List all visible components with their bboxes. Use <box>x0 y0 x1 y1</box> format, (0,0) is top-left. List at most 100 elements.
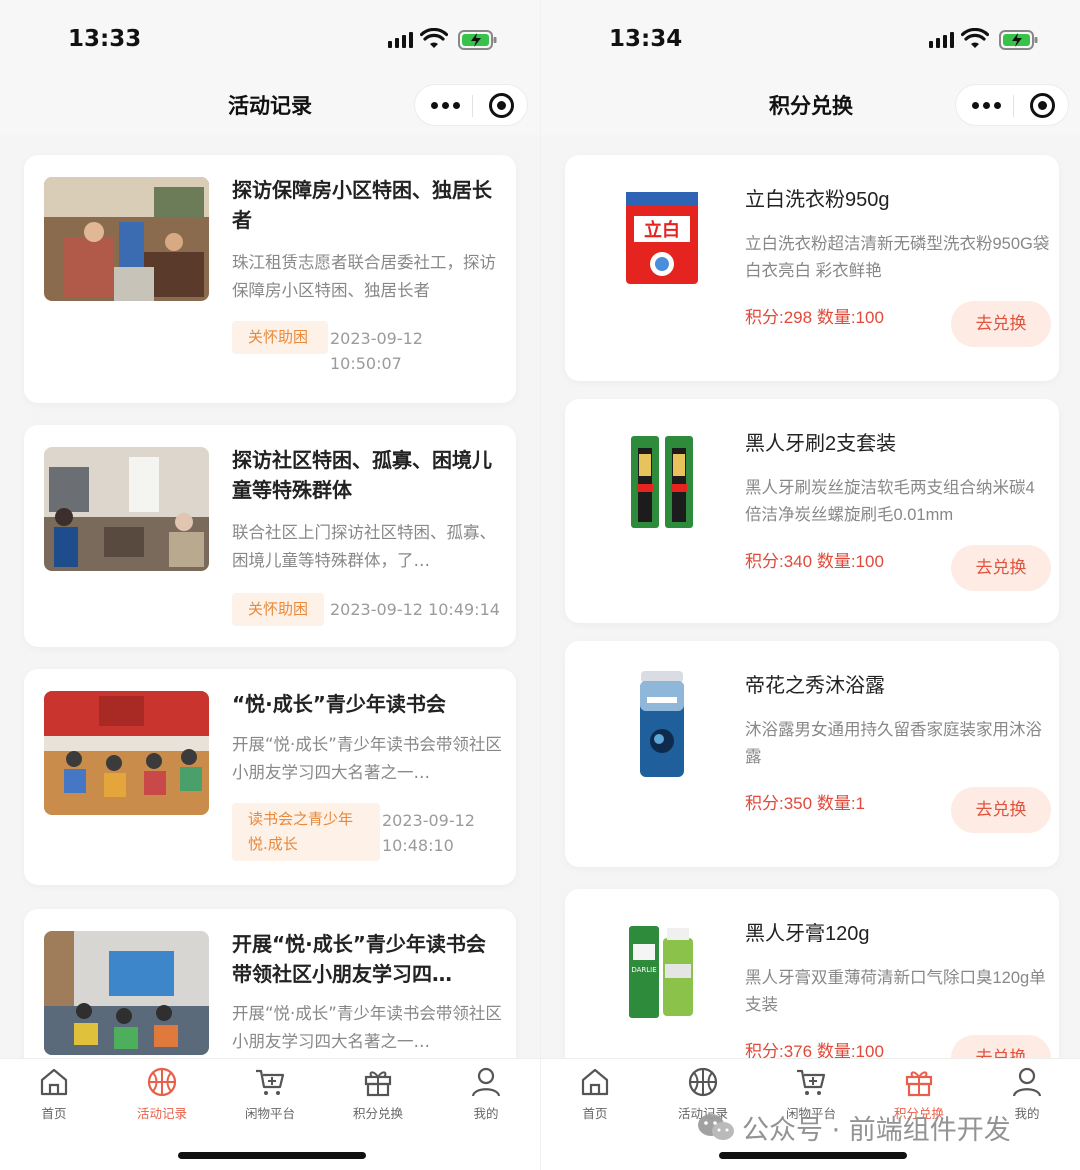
category-tag: 关怀助困 <box>232 593 325 626</box>
product-card[interactable]: 立白 立白洗衣粉950g 立白洗衣粉超洁清新无磷型洗衣粉950G袋白衣亮白 彩衣… <box>565 155 1059 381</box>
activity-desc: 联合社区上门探访社区特困、孤寡、困境儿童等特殊群体，了… <box>232 523 496 570</box>
home-indicator <box>178 1152 366 1159</box>
wifi-icon <box>961 28 989 48</box>
points-value: 积分:376 <box>745 1042 813 1058</box>
tab-points[interactable]: 积分兑换 <box>328 1065 428 1122</box>
activity-desc: 珠江租赁志愿者联合居委社工，探访保障房小区特困、独居长者 <box>232 253 496 300</box>
home-indicator <box>719 1152 907 1159</box>
status-bar: 13:33 <box>0 0 540 80</box>
brand-text: DARLIE <box>631 966 656 974</box>
watermark-text: 公众号 · 前端组件开发 <box>742 1115 1011 1146</box>
tab-label: 闲物平台 <box>244 1106 295 1121</box>
activity-date: 2023-09-12 10:48:10 <box>382 811 475 855</box>
activity-title: 探访保障房小区特困、独居长者 <box>232 178 492 232</box>
product-image <box>587 659 737 789</box>
cart-plus-icon <box>256 1069 285 1095</box>
tab-activity[interactable]: 活动记录 <box>112 1065 212 1122</box>
nav-bar: 活动记录 <box>0 80 540 135</box>
activity-card[interactable]: 探访保障房小区特困、独居长者 珠江租赁志愿者联合居委社工，探访保障房小区特困、独… <box>24 155 516 403</box>
product-card[interactable]: DARLIE 黑人牙膏120g 黑人牙膏双重薄荷清新口气除口臭120g单支装 积… <box>565 889 1059 1058</box>
activity-photo <box>44 691 209 815</box>
basketball-icon <box>688 1067 718 1097</box>
activity-photo <box>44 447 209 571</box>
product-list: 立白 立白洗衣粉950g 立白洗衣粉超洁清新无磷型洗衣粉950G袋白衣亮白 彩衣… <box>541 135 1080 1058</box>
status-bar: 13:34 <box>541 0 1080 80</box>
category-tag: 关怀助困 <box>232 321 328 354</box>
signal-icon <box>929 32 954 48</box>
activity-photo <box>44 931 209 1055</box>
product-name: 黑人牙膏120g <box>745 923 870 945</box>
gift-icon <box>364 1071 392 1097</box>
close-target-icon[interactable] <box>1030 93 1055 118</box>
tab-label: 积分兑换 <box>352 1106 403 1121</box>
product-card[interactable]: 黑人牙刷2支套装 黑人牙刷炭丝旋洁软毛两支组合纳米碳4倍洁净炭丝螺旋刷毛0.01… <box>565 399 1059 623</box>
redeem-button[interactable]: 去兑换 <box>951 301 1051 347</box>
activity-card[interactable]: “悦·成长”青少年读书会 开展“悦·成长”青少年读书会带领社区小朋友学习四大名著… <box>24 669 516 885</box>
watermark: 公众号 · 前端组件开发 <box>696 1108 1011 1147</box>
wifi-icon <box>420 28 448 48</box>
product-image: 立白 <box>587 173 737 303</box>
product-meta: 积分:376 数量:100 <box>745 1037 884 1058</box>
activity-date: 2023-09-12 10:49:14 <box>330 600 500 619</box>
quantity-value: 数量:100 <box>816 1042 884 1058</box>
activity-desc: 开展“悦·成长”青少年读书会带领社区小朋友学习四大名著之一… <box>232 1004 502 1051</box>
brand-text: 立白 <box>644 219 680 241</box>
category-tag: 读书会之青少年悦.成长 <box>232 803 380 861</box>
quantity-value: 数量:100 <box>816 552 884 571</box>
tab-home[interactable]: 首页 <box>4 1065 104 1122</box>
more-icon[interactable] <box>431 102 460 109</box>
tab-label: 活动记录 <box>136 1106 187 1121</box>
points-value: 积分:350 <box>745 794 813 813</box>
home-icon <box>40 1068 68 1096</box>
mini-program-capsule <box>955 84 1069 126</box>
mini-program-capsule <box>414 84 528 126</box>
status-time: 13:33 <box>68 26 142 52</box>
quantity-value: 数量:100 <box>816 308 884 327</box>
wechat-icon <box>698 1113 734 1140</box>
points-value: 积分:340 <box>745 552 813 571</box>
user-icon <box>1012 1067 1042 1097</box>
cart-plus-icon <box>797 1069 826 1095</box>
product-desc: 黑人牙膏双重薄荷清新口气除口臭120g单支装 <box>745 969 1046 1014</box>
gift-icon <box>905 1071 933 1097</box>
activity-card[interactable]: 开展“悦·成长”青少年读书会带领社区小朋友学习四… 开展“悦·成长”青少年读书会… <box>24 909 516 1058</box>
product-meta: 积分:298 数量:100 <box>745 303 884 328</box>
activity-date: 2023-09-12 10:50:07 <box>330 329 423 373</box>
more-icon[interactable] <box>972 102 1001 109</box>
nav-bar: 积分兑换 <box>541 80 1080 135</box>
battery-icon <box>999 30 1038 50</box>
redeem-button[interactable]: 去兑换 <box>951 787 1051 833</box>
product-image: DARLIE <box>587 907 737 1037</box>
product-image <box>587 417 737 547</box>
redeem-button[interactable]: 去兑换 <box>951 1035 1051 1058</box>
quantity-value: 数量:1 <box>816 794 866 813</box>
points-value: 积分:298 <box>745 308 813 327</box>
activity-desc: 开展“悦·成长”青少年读书会带领社区小朋友学习四大名著之一… <box>232 735 502 782</box>
activity-card[interactable]: 探访社区特困、孤寡、困境儿童等特殊群体 联合社区上门探访社区特困、孤寡、困境儿童… <box>24 425 516 647</box>
basketball-icon <box>147 1067 177 1097</box>
close-target-icon[interactable] <box>489 93 514 118</box>
activity-photo <box>44 177 209 301</box>
tab-home[interactable]: 首页 <box>545 1065 645 1122</box>
tab-label: 首页 <box>582 1106 608 1121</box>
capsule-divider <box>1013 95 1014 117</box>
activity-title: 开展“悦·成长”青少年读书会带领社区小朋友学习四… <box>232 932 486 986</box>
home-icon <box>581 1068 609 1096</box>
user-icon <box>471 1067 501 1097</box>
product-name: 帝花之秀沐浴露 <box>745 675 885 697</box>
product-meta: 积分:350 数量:1 <box>745 789 865 814</box>
product-desc: 立白洗衣粉超洁清新无磷型洗衣粉950G袋白衣亮白 彩衣鲜艳 <box>745 235 1050 280</box>
tab-label: 我的 <box>473 1106 499 1121</box>
signal-icon <box>388 32 413 48</box>
activity-list: 探访保障房小区特困、独居长者 珠江租赁志愿者联合居委社工，探访保障房小区特困、独… <box>0 135 540 1058</box>
product-card[interactable]: 帝花之秀沐浴露 沐浴露男女通用持久留香家庭装家用沐浴露 积分:350 数量:1 … <box>565 641 1059 867</box>
redeem-button[interactable]: 去兑换 <box>951 545 1051 591</box>
product-desc: 黑人牙刷炭丝旋洁软毛两支组合纳米碳4倍洁净炭丝螺旋刷毛0.01mm <box>745 479 1035 524</box>
product-name: 立白洗衣粉950g <box>745 189 890 211</box>
tab-mine[interactable]: 我的 <box>436 1065 536 1122</box>
battery-icon <box>458 30 497 50</box>
tab-market[interactable]: 闲物平台 <box>220 1065 320 1122</box>
right-screen: 13:34 积分兑换 立白 立白洗衣粉950g 立白洗衣粉超洁清新无磷型洗衣粉9… <box>540 0 1080 1170</box>
product-desc: 沐浴露男女通用持久留香家庭装家用沐浴露 <box>745 721 1042 766</box>
activity-title: “悦·成长”青少年读书会 <box>232 692 446 716</box>
